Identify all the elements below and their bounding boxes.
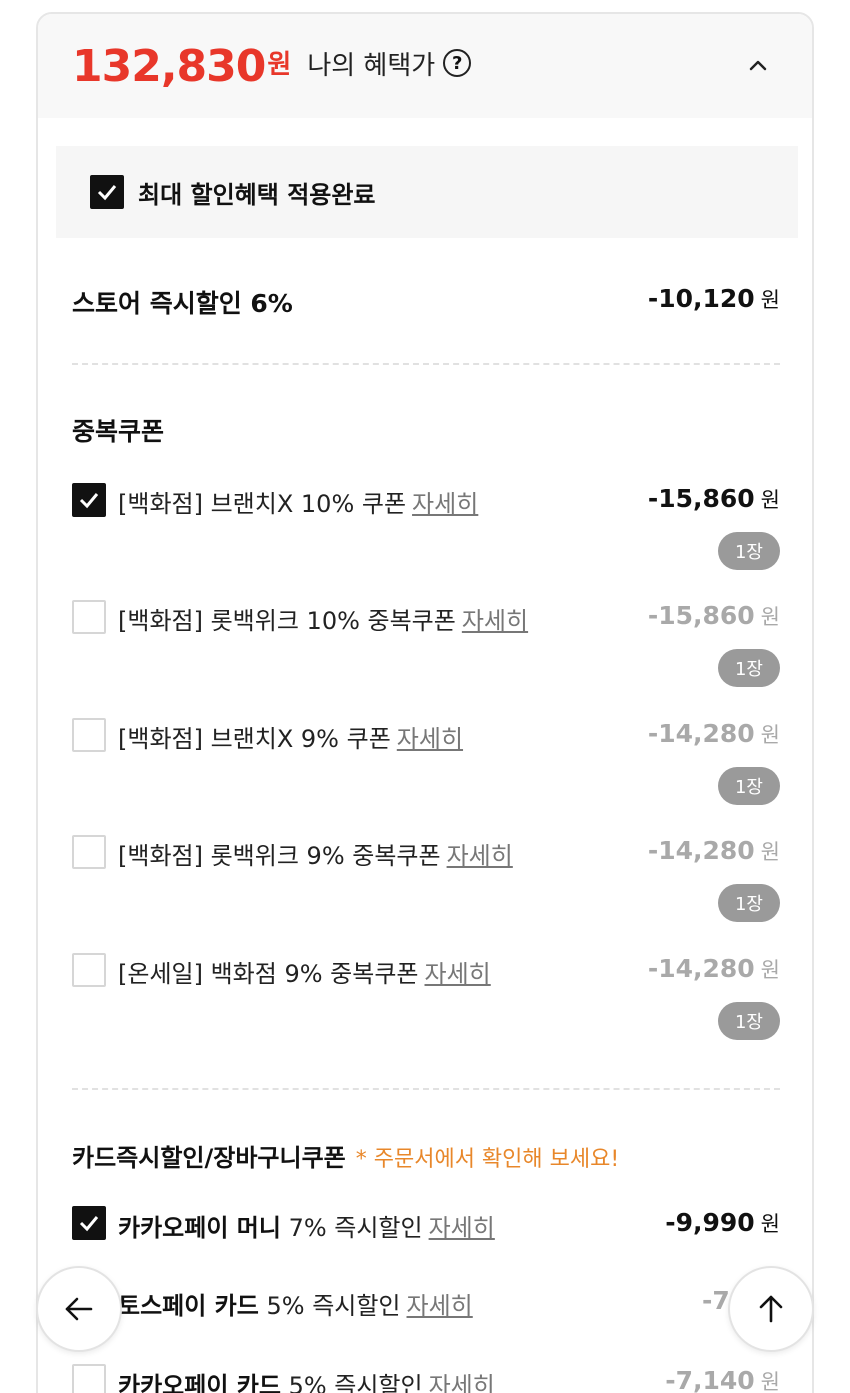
coupon-row: [온세일] 백화점 9% 중복쿠폰 자세히 -14,280 원 1장 [72, 952, 780, 1044]
coupon-amount-value: -14,280 [647, 719, 755, 748]
store-discount-row: 스토어 즉시할인 6% -10,120 원 [72, 284, 780, 318]
chevron-up-icon[interactable] [744, 52, 772, 80]
coupon-amount-unit: 원 [760, 958, 780, 982]
coupon-name: [백화점] 롯백위크 10% 중복쿠폰 [118, 607, 456, 635]
card-detail-link[interactable]: 자세히 [429, 1214, 495, 1242]
card-desc: 5% 즉시할인 [288, 1372, 423, 1393]
help-icon[interactable]: ? [443, 49, 472, 77]
coupon-label: [백화점] 브랜치X 9% 쿠폰 자세히 [118, 719, 463, 754]
coupon-name: [백화점] 브랜치X 10% 쿠폰 [118, 490, 407, 518]
coupon-detail-link[interactable]: 자세히 [462, 607, 528, 635]
price-unit: 원 [267, 49, 292, 80]
coupon-label: [백화점] 롯백위크 9% 중복쿠폰 자세히 [118, 836, 513, 871]
coupon-amount: -14,280 원 [648, 954, 780, 984]
coupon-label: [백화점] 롯백위크 10% 중복쿠폰 자세히 [118, 601, 528, 636]
coupon-row: [백화점] 롯백위크 9% 중복쿠폰 자세히 -14,280 원 1장 [72, 834, 780, 926]
store-discount-label: 스토어 즉시할인 6% [72, 289, 293, 318]
card-discount-label: 카카오페이 카드 5% 즉시할인 자세히 [118, 1366, 495, 1393]
coupon-name: [백화점] 브랜치X 9% 쿠폰 [118, 725, 391, 753]
coupon-amount: -15,860 원 [648, 484, 780, 514]
coupon-amount-unit: 원 [760, 605, 780, 629]
card-discount-label: 토스페이 카드 5% 즉시할인 자세히 [118, 1286, 473, 1321]
check-icon [97, 185, 117, 201]
coupon-amount-value: -15,860 [647, 601, 755, 630]
card-amount-value: -9,990 [665, 1208, 755, 1237]
coupon-section-header: 중복쿠폰 [72, 412, 780, 446]
coupon-count-badge: 1장 [718, 532, 780, 570]
store-discount-amount: -10,120 원 [648, 284, 780, 314]
coupon-detail-link[interactable]: 자세히 [425, 960, 491, 988]
card-desc: 5% 즉시할인 [266, 1292, 401, 1320]
divider [72, 363, 780, 365]
check-icon [79, 493, 99, 509]
card-discount-label: 카카오페이 머니 7% 즉시할인 자세히 [118, 1208, 495, 1243]
coupon-checkbox[interactable] [72, 600, 106, 634]
coupon-amount-unit: 원 [760, 488, 780, 512]
coupon-count-badge: 1장 [718, 1002, 780, 1040]
card-discount-amount: -9,990 원 [665, 1208, 780, 1238]
coupon-detail-link[interactable]: 자세히 [412, 490, 478, 518]
card-name: 카카오페이 카드 [118, 1372, 281, 1393]
coupon-checkbox[interactable] [72, 953, 106, 987]
card-name: 카카오페이 머니 [118, 1214, 281, 1242]
coupon-checkbox[interactable] [72, 483, 106, 517]
check-icon [79, 1216, 99, 1232]
coupon-count-badge: 1장 [718, 884, 780, 922]
coupon-row: [백화점] 브랜치X 10% 쿠폰 자세히 -15,860 원 1장 [72, 482, 780, 574]
max-discount-box[interactable]: 최대 할인혜택 적용완료 [56, 146, 798, 238]
coupon-checkbox[interactable] [72, 835, 106, 869]
card-amount-value: -7,140 [665, 1366, 755, 1393]
coupon-row: [백화점] 롯백위크 10% 중복쿠폰 자세히 -15,860 원 1장 [72, 599, 780, 691]
benefit-price: 132,830 [72, 40, 266, 92]
card-amount-unit: 원 [760, 1370, 780, 1393]
card-amount-unit: 원 [760, 1212, 780, 1236]
coupon-row: [백화점] 브랜치X 9% 쿠폰 자세히 -14,280 원 1장 [72, 717, 780, 809]
coupon-count-badge: 1장 [718, 767, 780, 805]
coupon-amount: -14,280 원 [648, 719, 780, 749]
coupon-amount-unit: 원 [760, 840, 780, 864]
card-discount-checkbox[interactable] [72, 1206, 106, 1240]
coupon-checkbox[interactable] [72, 718, 106, 752]
card-detail-link[interactable]: 자세히 [407, 1292, 473, 1320]
coupon-name: [백화점] 롯백위크 9% 중복쿠폰 [118, 842, 441, 870]
coupon-label: [온세일] 백화점 9% 중복쿠폰 자세히 [118, 954, 491, 989]
card-section-note: * 주문서에서 확인해 보세요! [355, 1147, 620, 1172]
coupon-amount-value: -14,280 [647, 954, 755, 983]
scroll-top-button[interactable] [728, 1266, 814, 1352]
benefit-label: 나의 혜택가 [307, 50, 436, 81]
arrow-up-icon [759, 1295, 783, 1323]
card-section-header: 카드즉시할인/장바구니쿠폰 * 주문서에서 확인해 보세요! [72, 1138, 780, 1172]
coupon-detail-link[interactable]: 자세히 [447, 842, 513, 870]
coupon-amount: -15,860 원 [648, 601, 780, 631]
max-discount-label: 최대 할인혜택 적용완료 [138, 180, 376, 209]
coupon-detail-link[interactable]: 자세히 [397, 725, 463, 753]
benefit-header[interactable]: 132,830 원 나의 혜택가 ? [38, 14, 812, 118]
coupon-name: [온세일] 백화점 9% 중복쿠폰 [118, 960, 419, 988]
coupon-amount-value: -15,860 [647, 484, 755, 513]
card-desc: 7% 즉시할인 [288, 1214, 423, 1242]
card-discount-checkbox[interactable] [72, 1364, 106, 1393]
coupon-count-badge: 1장 [718, 649, 780, 687]
back-button[interactable] [36, 1266, 122, 1352]
benefit-card: 132,830 원 나의 혜택가 ? 최대 할인혜택 적용완료 스토어 즉시할인… [36, 12, 814, 1393]
coupon-label: [백화점] 브랜치X 10% 쿠폰 자세히 [118, 484, 478, 519]
card-detail-link[interactable]: 자세히 [429, 1372, 495, 1393]
card-discount-row: 카카오페이 머니 7% 즉시할인 자세히 -9,990 원 [72, 1206, 780, 1250]
card-discount-amount: -7,140 원 [665, 1366, 780, 1393]
coupon-amount-value: -14,280 [647, 836, 755, 865]
max-discount-checkbox[interactable] [90, 175, 124, 209]
card-section-title: 카드즉시할인/장바구니쿠폰 [72, 1144, 346, 1172]
card-discount-row: 토스페이 카드 5% 즉시할인자세히 -7,14 [72, 1284, 780, 1328]
store-discount-value: -10,120 [647, 284, 755, 313]
coupon-amount-unit: 원 [760, 723, 780, 747]
divider [72, 1088, 780, 1090]
card-discount-row: 카카오페이 카드 5% 즉시할인 자세히 -7,140 원 [72, 1364, 780, 1393]
coupon-section-title: 중복쿠폰 [72, 417, 165, 446]
coupon-amount: -14,280 원 [648, 836, 780, 866]
arrow-left-icon [65, 1297, 93, 1321]
store-discount-unit: 원 [760, 288, 780, 312]
card-name: 토스페이 카드 [118, 1292, 259, 1320]
